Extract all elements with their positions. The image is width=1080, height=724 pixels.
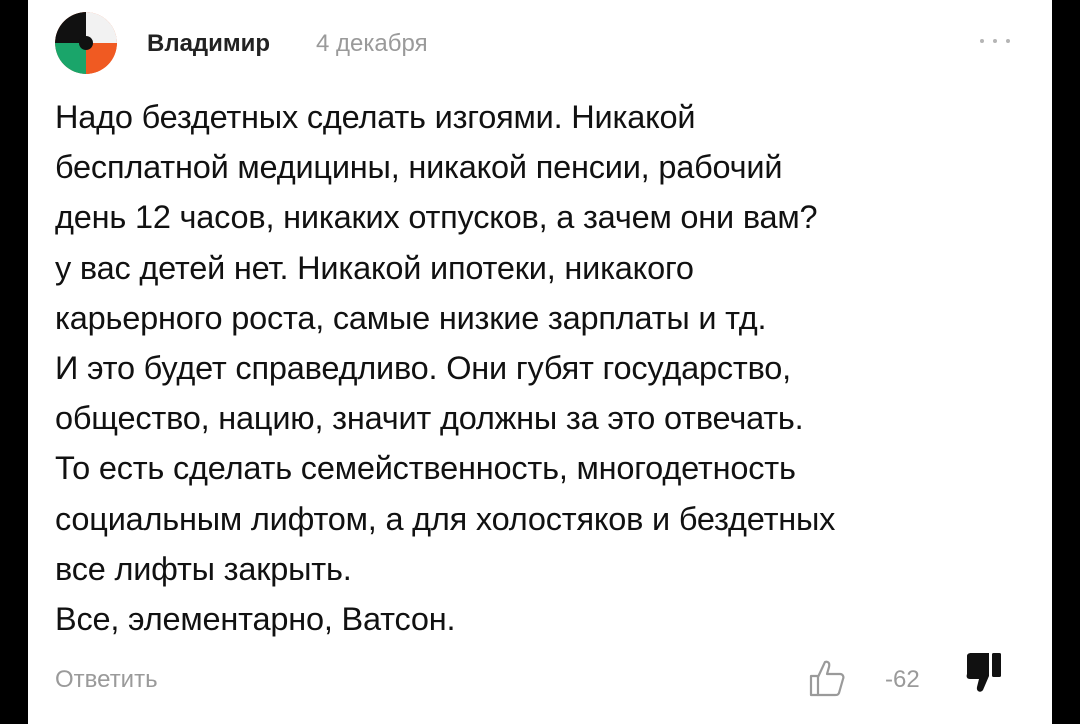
comment-line: все лифты закрыть.	[55, 550, 352, 587]
rating-value: -62	[885, 666, 920, 693]
comment-line: Надо бездетных сделать изгоями. Никакой	[55, 99, 696, 135]
comment-line: общество, нацию, значит должны за это от…	[55, 400, 804, 437]
comment-line: И это будет справедливо. Они губят госуд…	[55, 350, 791, 387]
avatar[interactable]	[55, 12, 117, 74]
thumbs-down-filled-icon[interactable]	[961, 650, 1007, 698]
comment-text: Надо бездетных сделать изгоями. Никакой …	[55, 92, 1045, 644]
comment-line: Все, элементарно, Ватсон.	[55, 601, 456, 638]
comment-line: социальным лифтом, а для холостяков и бе…	[55, 500, 836, 537]
comment-line: у вас детей нет. Никакой ипотеки, никако…	[55, 249, 694, 286]
comment-line: бесплатной медицины, никакой пенсии, раб…	[55, 149, 783, 186]
thumbs-up-outline-icon[interactable]	[808, 658, 846, 698]
author-name[interactable]: Владимир	[147, 29, 270, 59]
comment-line: карьерного роста, самые низкие зарплаты …	[55, 299, 767, 336]
comment-date: 4 декабря	[316, 30, 428, 57]
more-dots-icon[interactable]	[980, 36, 1010, 46]
comment-card: Владимир 4 декабря Надо бездетных сделат…	[28, 0, 1052, 724]
avatar-circle-icon	[55, 12, 117, 74]
reply-button[interactable]: Ответить	[55, 665, 158, 695]
comment-line: день 12 часов, никаких отпусков, а зачем…	[55, 199, 818, 236]
comment-line: То есть сделать семейственность, многоде…	[55, 450, 796, 487]
